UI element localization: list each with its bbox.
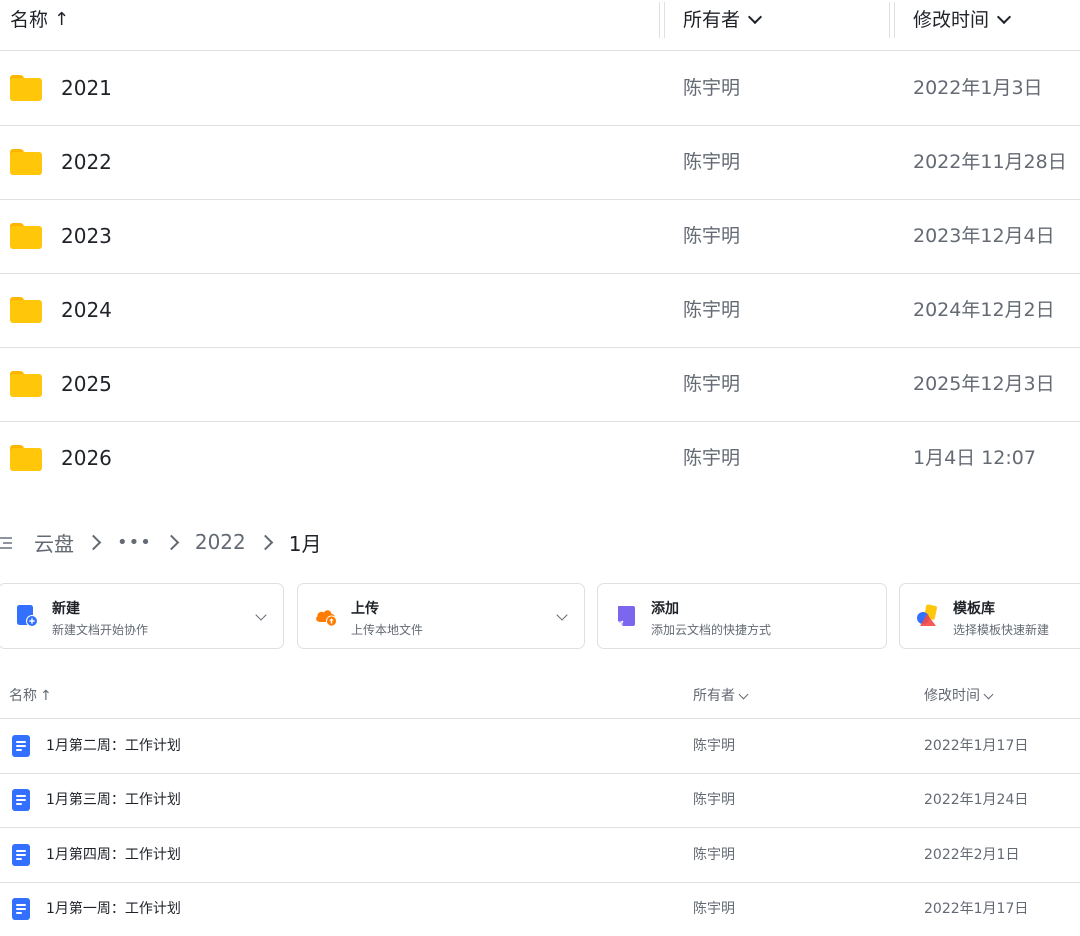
add-shortcut-card[interactable]: 添加 添加云文档的快捷方式 bbox=[597, 583, 887, 649]
owner-header-label: 所有者 bbox=[693, 688, 735, 704]
folder-modified: 2025年12月3日 bbox=[913, 373, 1055, 395]
document-icon bbox=[12, 898, 30, 920]
folder-name: 2025 bbox=[61, 372, 112, 396]
document-owner: 陈宇明 bbox=[693, 792, 735, 808]
owner-column-header[interactable]: 所有者 bbox=[683, 0, 763, 40]
card-subtitle: 选择模板快速新建 bbox=[953, 623, 1050, 637]
modified-column-header[interactable]: 修改时间 bbox=[924, 676, 994, 716]
card-subtitle: 上传本地文件 bbox=[351, 623, 424, 637]
document-modified: 2022年1月17日 bbox=[924, 738, 1029, 754]
chevron-down-icon bbox=[996, 9, 1012, 25]
document-row[interactable]: 1月第一周：工作计划 陈宇明 2022年1月17日 bbox=[0, 882, 1080, 936]
folder-icon bbox=[10, 149, 42, 175]
breadcrumb-current: 1月 bbox=[288, 531, 322, 556]
folder-row[interactable]: 2021 陈宇明 2022年1月3日 bbox=[0, 51, 1080, 126]
folder-row[interactable]: 2023 陈宇明 2023年12月4日 bbox=[0, 199, 1080, 274]
chevron-down-icon bbox=[747, 9, 763, 25]
folder-owner: 陈宇明 bbox=[683, 299, 741, 321]
breadcrumb-parent[interactable]: 2022 bbox=[195, 530, 246, 554]
column-resize-handle[interactable] bbox=[659, 2, 665, 38]
name-header-label: 名称 bbox=[9, 688, 37, 704]
document-modified: 2022年1月17日 bbox=[924, 901, 1029, 917]
folder-owner: 陈宇明 bbox=[683, 77, 741, 99]
sort-ascending-icon: ↑ bbox=[40, 688, 52, 704]
folder-name: 2024 bbox=[61, 298, 112, 322]
card-title: 上传 bbox=[351, 601, 379, 617]
folder-icon bbox=[10, 445, 42, 471]
chevron-down-icon bbox=[738, 689, 749, 699]
chevron-down-icon[interactable] bbox=[556, 609, 568, 621]
folder-owner: 陈宇明 bbox=[683, 151, 741, 173]
breadcrumb: 云盘 ••• 2022 1月 bbox=[0, 524, 322, 560]
folder-name: 2023 bbox=[61, 224, 112, 248]
document-owner: 陈宇明 bbox=[693, 738, 735, 754]
document-owner: 陈宇明 bbox=[693, 847, 735, 863]
document-modified: 2022年2月1日 bbox=[924, 847, 1020, 863]
modified-column-header[interactable]: 修改时间 bbox=[913, 0, 1012, 40]
new-document-card[interactable]: 新建 新建文档开始协作 bbox=[0, 583, 284, 649]
card-title: 添加 bbox=[651, 601, 679, 617]
folder-modified: 2024年12月2日 bbox=[913, 299, 1055, 321]
card-subtitle: 新建文档开始协作 bbox=[52, 623, 149, 637]
folder-row[interactable]: 2024 陈宇明 2024年12月2日 bbox=[0, 273, 1080, 348]
folder-owner: 陈宇明 bbox=[683, 447, 741, 469]
folder-owner: 陈宇明 bbox=[683, 373, 741, 395]
document-name: 1月第三周：工作计划 bbox=[46, 792, 181, 808]
breadcrumb-ellipsis[interactable]: ••• bbox=[117, 532, 152, 553]
chevron-right-icon bbox=[85, 534, 102, 550]
shortcut-icon bbox=[618, 606, 635, 626]
folder-name: 2021 bbox=[61, 76, 112, 100]
card-title: 模板库 bbox=[953, 601, 995, 617]
document-icon bbox=[12, 735, 30, 757]
folder-icon bbox=[10, 223, 42, 249]
template-library-card[interactable]: 模板库 选择模板快速新建 bbox=[899, 583, 1080, 649]
chevron-right-icon bbox=[257, 534, 274, 550]
column-resize-handle[interactable] bbox=[889, 2, 895, 38]
chevron-right-icon bbox=[163, 534, 180, 550]
folder-icon bbox=[10, 75, 42, 101]
modified-header-label: 修改时间 bbox=[924, 688, 980, 704]
chevron-down-icon[interactable] bbox=[255, 609, 267, 621]
folder-row[interactable]: 2022 陈宇明 2022年11月28日 bbox=[0, 125, 1080, 200]
sort-ascending-icon: ↑ bbox=[54, 9, 70, 30]
document-name: 1月第二周：工作计划 bbox=[46, 738, 181, 754]
folder-owner: 陈宇明 bbox=[683, 225, 741, 247]
document-row[interactable]: 1月第二周：工作计划 陈宇明 2022年1月17日 bbox=[0, 719, 1080, 774]
folder-name: 2022 bbox=[61, 150, 112, 174]
folder-name: 2026 bbox=[61, 446, 112, 470]
name-column-header[interactable]: 名称 ↑ bbox=[9, 676, 52, 716]
document-row[interactable]: 1月第三周：工作计划 陈宇明 2022年1月24日 bbox=[0, 773, 1080, 828]
breadcrumb-root[interactable]: 云盘 bbox=[34, 528, 74, 557]
owner-column-header[interactable]: 所有者 bbox=[693, 676, 749, 716]
folder-modified: 1月4日 12:07 bbox=[913, 447, 1036, 469]
chevron-down-icon bbox=[983, 689, 994, 699]
folder-modified: 2023年12月4日 bbox=[913, 225, 1055, 247]
name-column-header[interactable]: 名称 ↑ bbox=[10, 0, 69, 40]
card-subtitle: 添加云文档的快捷方式 bbox=[651, 623, 772, 637]
cloud-upload-icon bbox=[316, 610, 337, 627]
folder-icon bbox=[10, 371, 42, 397]
document-name: 1月第四周：工作计划 bbox=[46, 847, 181, 863]
document-modified: 2022年1月24日 bbox=[924, 792, 1029, 808]
document-name: 1月第一周：工作计划 bbox=[46, 901, 181, 917]
document-icon bbox=[12, 789, 30, 811]
template-icon bbox=[917, 604, 937, 626]
folder-row[interactable]: 2026 陈宇明 1月4日 12:07 bbox=[0, 421, 1080, 495]
document-icon bbox=[12, 844, 30, 866]
upload-card[interactable]: 上传 上传本地文件 bbox=[297, 583, 585, 649]
top-table-header: 名称 ↑ 所有者 修改时间 bbox=[0, 0, 1080, 51]
document-row[interactable]: 1月第四周：工作计划 陈宇明 2022年2月1日 bbox=[0, 828, 1080, 883]
folder-modified: 2022年11月28日 bbox=[913, 151, 1067, 173]
file-table-header: 名称 ↑ 所有者 修改时间 bbox=[0, 676, 1080, 719]
card-title: 新建 bbox=[52, 601, 80, 617]
owner-header-label: 所有者 bbox=[683, 9, 741, 31]
new-document-icon bbox=[17, 605, 38, 627]
folder-row[interactable]: 2025 陈宇明 2025年12月3日 bbox=[0, 347, 1080, 422]
modified-header-label: 修改时间 bbox=[913, 9, 990, 31]
sidebar-toggle-icon[interactable] bbox=[0, 535, 12, 549]
name-header-label: 名称 bbox=[10, 9, 49, 31]
document-owner: 陈宇明 bbox=[693, 901, 735, 917]
folder-icon bbox=[10, 297, 42, 323]
folder-modified: 2022年1月3日 bbox=[913, 77, 1043, 99]
